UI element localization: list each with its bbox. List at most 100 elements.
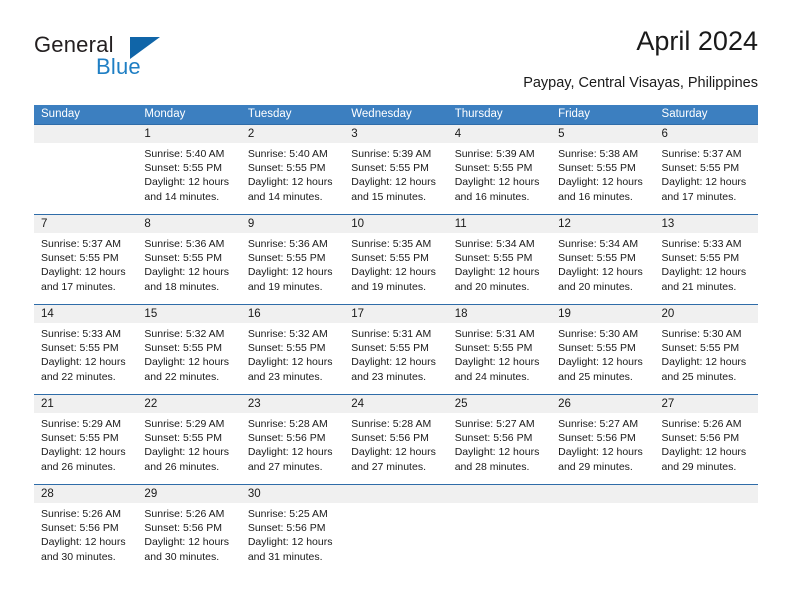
- sunrise-text: Sunrise: 5:31 AM: [454, 328, 535, 340]
- sunrise-text: Sunrise: 5:39 AM: [454, 148, 535, 160]
- sunrise-text: Sunrise: 5:32 AM: [144, 328, 225, 340]
- day-number[interactable]: 21: [34, 395, 137, 413]
- day-cell: Sunrise: 5:35 AM Sunset: 5:55 PM Dayligh…: [344, 233, 447, 304]
- daylight-text-line1: Daylight: 12 hours: [661, 356, 747, 369]
- sunrise-text: Sunrise: 5:31 AM: [351, 328, 432, 340]
- day-cell: [34, 143, 137, 214]
- calendar-week-row: 1 2 3 4 5 6 Sunrise: 5:40 AM Sunset: 5:5…: [34, 124, 758, 214]
- daylight-text-line2: and 24 minutes.: [454, 370, 530, 383]
- daylight-text-line1: Daylight: 12 hours: [247, 446, 333, 459]
- sunrise-text: Sunrise: 5:38 AM: [558, 148, 639, 160]
- day-number[interactable]: [551, 485, 654, 503]
- daylight-text-line2: and 17 minutes.: [661, 190, 737, 203]
- sunset-text: Sunset: 5:55 PM: [454, 162, 533, 175]
- sunrise-text: Sunrise: 5:33 AM: [41, 328, 121, 340]
- day-number[interactable]: 9: [241, 215, 344, 233]
- daylight-text-line2: and 21 minutes.: [661, 280, 737, 293]
- sunrise-text: Sunrise: 5:32 AM: [247, 328, 328, 340]
- daylight-text-line2: and 29 minutes.: [661, 460, 737, 473]
- day-number[interactable]: [448, 485, 551, 503]
- day-number[interactable]: [344, 485, 447, 503]
- daylight-text-line2: and 14 minutes.: [247, 190, 323, 203]
- day-number[interactable]: [34, 125, 137, 143]
- daylight-text-line1: Daylight: 12 hours: [351, 266, 436, 279]
- sunrise-text: Sunrise: 5:26 AM: [144, 508, 225, 520]
- daylight-text-line1: Daylight: 12 hours: [144, 176, 230, 189]
- sunrise-text: Sunrise: 5:34 AM: [558, 238, 639, 250]
- sunset-text: Sunset: 5:56 PM: [454, 432, 533, 445]
- day-cell: [344, 503, 447, 574]
- sunrise-text: Sunrise: 5:35 AM: [351, 238, 432, 250]
- day-number[interactable]: 28: [34, 485, 137, 503]
- week-day-details: Sunrise: 5:40 AM Sunset: 5:55 PM Dayligh…: [34, 143, 758, 214]
- day-number[interactable]: 18: [448, 305, 551, 323]
- day-cell: Sunrise: 5:30 AM Sunset: 5:55 PM Dayligh…: [655, 323, 758, 394]
- daylight-text-line2: and 31 minutes.: [247, 550, 323, 563]
- daylight-text-line1: Daylight: 12 hours: [144, 356, 230, 369]
- day-number[interactable]: 14: [34, 305, 137, 323]
- sunrise-text: Sunrise: 5:33 AM: [661, 238, 742, 250]
- sunrise-text: Sunrise: 5:26 AM: [41, 508, 121, 520]
- weekday-header-row: Sunday Monday Tuesday Wednesday Thursday…: [34, 105, 758, 124]
- day-number[interactable]: 7: [34, 215, 137, 233]
- day-number[interactable]: 25: [448, 395, 551, 413]
- sunset-text: Sunset: 5:55 PM: [144, 342, 223, 355]
- day-number[interactable]: 30: [241, 485, 344, 503]
- day-number[interactable]: 6: [655, 125, 758, 143]
- day-cell: Sunrise: 5:26 AM Sunset: 5:56 PM Dayligh…: [137, 503, 240, 574]
- weekday-header-friday: Friday: [558, 108, 591, 120]
- day-number[interactable]: 2: [241, 125, 344, 143]
- general-blue-logo[interactable]: General Blue: [34, 32, 234, 88]
- day-number[interactable]: 29: [137, 485, 240, 503]
- daylight-text-line2: and 19 minutes.: [247, 280, 323, 293]
- daylight-text-line2: and 26 minutes.: [41, 460, 116, 473]
- day-number[interactable]: 4: [448, 125, 551, 143]
- sunrise-text: Sunrise: 5:30 AM: [661, 328, 742, 340]
- week-day-details: Sunrise: 5:26 AM Sunset: 5:56 PM Dayligh…: [34, 503, 758, 574]
- sunset-text: Sunset: 5:56 PM: [41, 522, 119, 535]
- day-number[interactable]: 15: [137, 305, 240, 323]
- sunset-text: Sunset: 5:55 PM: [661, 342, 740, 355]
- sunrise-text: Sunrise: 5:25 AM: [247, 508, 328, 520]
- day-number[interactable]: 26: [551, 395, 654, 413]
- day-number[interactable]: 20: [655, 305, 758, 323]
- day-cell: Sunrise: 5:31 AM Sunset: 5:55 PM Dayligh…: [344, 323, 447, 394]
- day-cell: [551, 503, 654, 574]
- sunset-text: Sunset: 5:55 PM: [558, 162, 636, 175]
- day-cell: Sunrise: 5:25 AM Sunset: 5:56 PM Dayligh…: [241, 503, 344, 574]
- sunset-text: Sunset: 5:56 PM: [351, 432, 429, 445]
- day-number[interactable]: 17: [344, 305, 447, 323]
- day-number[interactable]: 22: [137, 395, 240, 413]
- sunset-text: Sunset: 5:55 PM: [247, 342, 326, 355]
- day-number[interactable]: 8: [137, 215, 240, 233]
- day-number[interactable]: 5: [551, 125, 654, 143]
- day-number[interactable]: 13: [655, 215, 758, 233]
- day-number[interactable]: 24: [344, 395, 447, 413]
- day-number[interactable]: 16: [241, 305, 344, 323]
- day-number[interactable]: 27: [655, 395, 758, 413]
- sunrise-text: Sunrise: 5:27 AM: [558, 418, 639, 430]
- day-number[interactable]: 10: [344, 215, 447, 233]
- sunset-text: Sunset: 5:55 PM: [247, 252, 326, 265]
- daylight-text-line1: Daylight: 12 hours: [247, 536, 333, 549]
- day-number[interactable]: 1: [137, 125, 240, 143]
- sunrise-text: Sunrise: 5:39 AM: [351, 148, 432, 160]
- weekday-header-wednesday: Wednesday: [351, 108, 412, 120]
- day-number[interactable]: 11: [448, 215, 551, 233]
- day-cell: Sunrise: 5:28 AM Sunset: 5:56 PM Dayligh…: [344, 413, 447, 484]
- day-number[interactable]: 23: [241, 395, 344, 413]
- day-cell: Sunrise: 5:34 AM Sunset: 5:55 PM Dayligh…: [551, 233, 654, 304]
- daylight-text-line2: and 14 minutes.: [144, 190, 220, 203]
- sunset-text: Sunset: 5:55 PM: [351, 162, 429, 175]
- day-cell: Sunrise: 5:33 AM Sunset: 5:55 PM Dayligh…: [34, 323, 137, 394]
- daylight-text-line2: and 29 minutes.: [558, 460, 633, 473]
- week-day-details: Sunrise: 5:37 AM Sunset: 5:55 PM Dayligh…: [34, 233, 758, 304]
- weekday-header-thursday: Thursday: [454, 108, 503, 120]
- day-number[interactable]: 3: [344, 125, 447, 143]
- day-number[interactable]: [655, 485, 758, 503]
- day-number[interactable]: 19: [551, 305, 654, 323]
- day-number[interactable]: 12: [551, 215, 654, 233]
- day-cell: Sunrise: 5:29 AM Sunset: 5:55 PM Dayligh…: [34, 413, 137, 484]
- daylight-text-line1: Daylight: 12 hours: [454, 356, 540, 369]
- daylight-text-line1: Daylight: 12 hours: [144, 536, 230, 549]
